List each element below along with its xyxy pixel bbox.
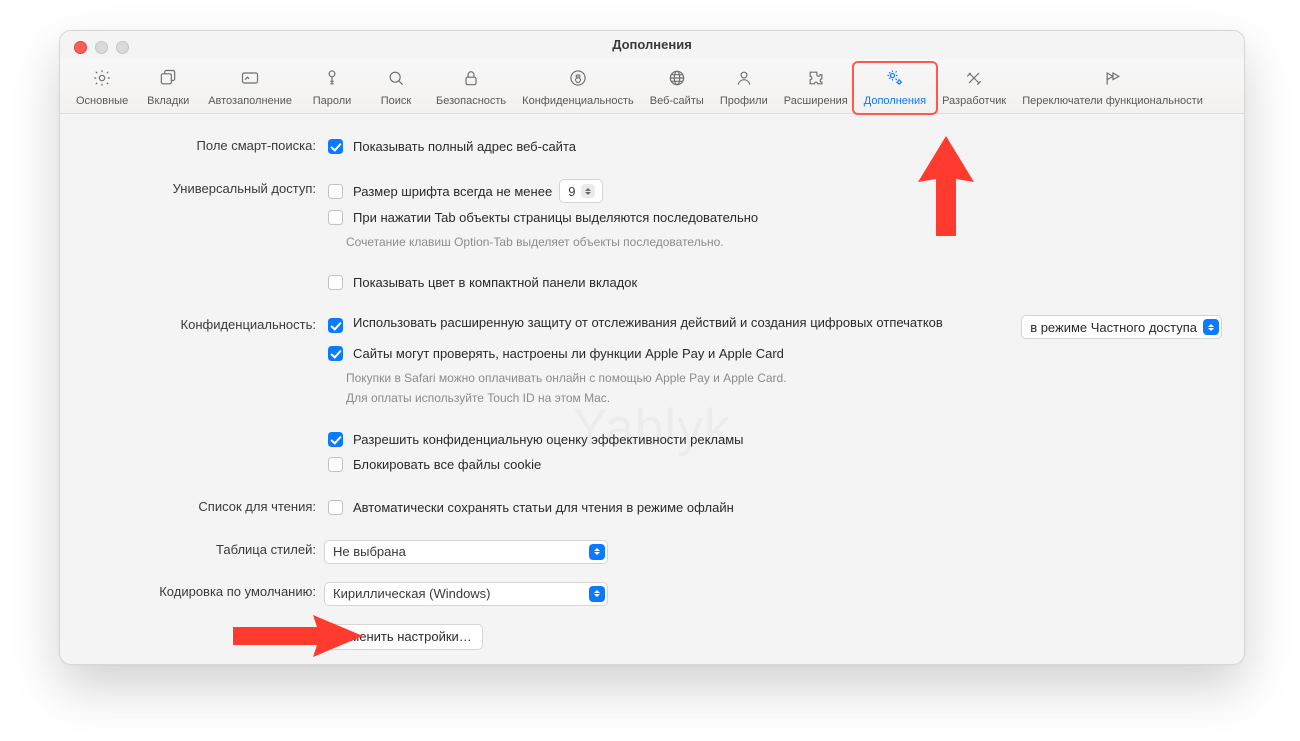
tab-search[interactable]: Поиск — [364, 65, 428, 113]
checkbox-ad-measure[interactable] — [328, 432, 343, 447]
select-encoding[interactable]: Кириллическая (Windows) — [324, 582, 608, 606]
watermark: Yablyk — [573, 398, 731, 458]
tab-advanced[interactable]: Дополнения — [856, 65, 934, 113]
label-reading-list: Список для чтения: — [82, 497, 324, 514]
select-style-sheet[interactable]: Не выбрана — [324, 540, 608, 564]
text-advanced-tracking: Использовать расширенную защиту от отсле… — [353, 315, 943, 330]
text-show-full-url: Показывать полный адрес веб-сайта — [353, 139, 576, 154]
globe-icon — [667, 68, 687, 91]
hint-apple-pay2: Для оплаты используйте Touch ID на этом … — [346, 390, 1222, 406]
tab-passwords[interactable]: Пароли — [300, 65, 364, 113]
text-tab-highlight: При нажатии Tab объекты страницы выделяю… — [353, 210, 758, 225]
tab-security[interactable]: Безопасность — [428, 65, 514, 113]
tab-extensions[interactable]: Расширения — [776, 65, 856, 113]
select-tracking-scope[interactable]: в режиме Частного доступа — [1021, 315, 1222, 339]
content-area: Yablyk Поле смарт-поиска: Показывать пол… — [60, 114, 1244, 665]
label-style-sheet: Таблица стилей: — [82, 540, 324, 557]
preferences-window: Дополнения Основные Вкладки Автозаполнен… — [59, 30, 1245, 665]
person-icon — [734, 68, 754, 91]
checkbox-show-full-url[interactable] — [328, 139, 343, 154]
window-title: Дополнения — [60, 37, 1244, 52]
pencil-icon — [240, 68, 260, 91]
text-block-cookies: Блокировать все файлы cookie — [353, 457, 541, 472]
label-accessibility: Универсальный доступ: — [82, 179, 324, 196]
lock-icon — [461, 68, 481, 91]
tabs-icon — [158, 68, 178, 91]
checkbox-save-offline[interactable] — [328, 500, 343, 515]
text-compact-color: Показывать цвет в компактной панели вкла… — [353, 275, 637, 290]
checkbox-compact-color[interactable] — [328, 275, 343, 290]
label-encoding: Кодировка по умолчанию: — [82, 582, 324, 599]
text-save-offline: Автоматически сохранять статьи для чтени… — [353, 500, 734, 515]
tools-icon — [964, 68, 984, 91]
tab-feature-flags[interactable]: Переключатели функциональности — [1014, 65, 1211, 113]
hint-apple-pay1: Покупки в Safari можно оплачивать онлайн… — [346, 370, 1222, 386]
label-privacy: Конфиденциальность: — [82, 315, 324, 332]
hand-icon — [568, 68, 588, 91]
text-apple-pay: Сайты могут проверять, настроены ли функ… — [353, 346, 784, 361]
gears-icon — [885, 68, 905, 91]
checkbox-tab-highlight[interactable] — [328, 210, 343, 225]
text-min-font: Размер шрифта всегда не менее — [353, 184, 552, 199]
button-change-proxy-settings[interactable]: Изменить настройки… — [324, 624, 483, 650]
key-icon — [322, 68, 342, 91]
label-proxies: Прокси: — [82, 624, 324, 641]
tab-autofill[interactable]: Автозаполнение — [200, 65, 300, 113]
checkbox-block-cookies[interactable] — [328, 457, 343, 472]
search-icon — [386, 68, 406, 91]
tab-general[interactable]: Основные — [68, 65, 136, 113]
titlebar: Дополнения — [60, 31, 1244, 59]
checkbox-advanced-tracking[interactable] — [328, 318, 343, 333]
tab-tabs[interactable]: Вкладки — [136, 65, 200, 113]
tab-profiles[interactable]: Профили — [712, 65, 776, 113]
checkbox-min-font[interactable] — [328, 184, 343, 199]
checkbox-apple-pay[interactable] — [328, 346, 343, 361]
gear-icon — [92, 68, 112, 91]
tab-websites[interactable]: Веб-сайты — [642, 65, 712, 113]
label-smart-search: Поле смарт-поиска: — [82, 136, 324, 153]
hint-option-tab: Сочетание клавиш Option-Tab выделяет объ… — [346, 234, 1222, 250]
select-min-font-size[interactable]: 9 — [559, 179, 603, 203]
flags-icon — [1103, 68, 1123, 91]
puzzle-icon — [806, 68, 826, 91]
preferences-toolbar: Основные Вкладки Автозаполнение Пароли П… — [60, 59, 1244, 114]
tab-privacy[interactable]: Конфиденциальность — [514, 65, 642, 113]
tab-developer[interactable]: Разработчик — [934, 65, 1014, 113]
